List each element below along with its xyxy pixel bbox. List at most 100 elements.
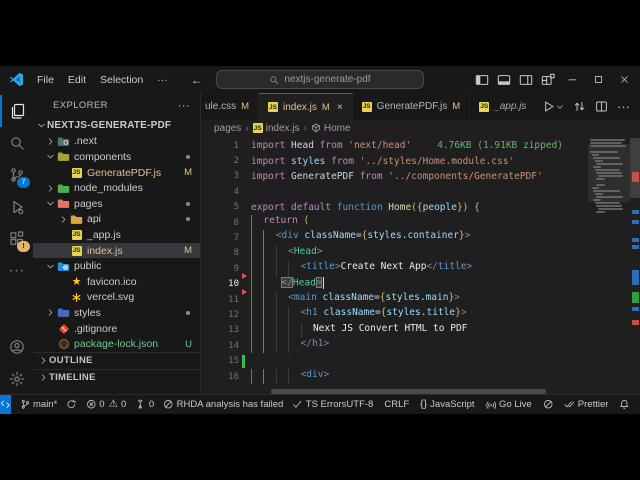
code-line-4[interactable]: 4 bbox=[201, 184, 588, 199]
status-problems-warnings[interactable]: ⚠0 bbox=[109, 399, 127, 410]
run-or-debug-button[interactable] bbox=[542, 100, 564, 113]
minimap[interactable] bbox=[588, 136, 630, 395]
line-number[interactable]: 5 bbox=[201, 202, 239, 212]
line-number[interactable]: 11 bbox=[201, 295, 239, 305]
line-number[interactable]: 6 bbox=[201, 218, 239, 228]
menu-edit[interactable]: Edit bbox=[61, 71, 93, 89]
code-line-5[interactable]: 5export default function Home({people}) … bbox=[201, 200, 588, 215]
tree-item-favicon-ico[interactable]: ★favicon.ico bbox=[33, 274, 200, 290]
tab-ule-css[interactable]: ule.cssM bbox=[201, 93, 259, 120]
tree-item-vercel-svg[interactable]: vercel.svg bbox=[33, 290, 200, 306]
line-number[interactable]: 3 bbox=[201, 171, 239, 181]
code-line-13[interactable]: 13Next JS Convert HTML to PDF bbox=[201, 323, 588, 338]
toggle-secondary-sidebar-button[interactable] bbox=[516, 70, 536, 90]
toggle-panel-button[interactable] bbox=[494, 70, 514, 90]
overview-ruler[interactable] bbox=[630, 136, 640, 395]
line-number[interactable]: 2 bbox=[201, 156, 239, 166]
section-timeline[interactable]: TIMELINE bbox=[33, 369, 200, 386]
status-prettier[interactable]: Prettier bbox=[564, 399, 608, 410]
activity-more[interactable]: ··· bbox=[0, 255, 33, 287]
code-editor[interactable]: 1import Head from 'next/head'4.76KB (1.9… bbox=[201, 136, 640, 395]
breadcrumb-index-js[interactable]: JSindex.js bbox=[253, 123, 300, 134]
activity-explorer[interactable] bbox=[0, 95, 33, 127]
code-line-8[interactable]: 8<Head> bbox=[201, 246, 588, 261]
code-line-15[interactable]: 15 bbox=[201, 353, 588, 368]
breadcrumb-pages[interactable]: pages bbox=[214, 123, 241, 134]
status-ports[interactable]: 0 bbox=[135, 399, 154, 410]
code-line-1[interactable]: 1import Head from 'next/head'4.76KB (1.9… bbox=[201, 138, 588, 153]
window-minimize-button[interactable] bbox=[560, 70, 584, 90]
status-extension-status[interactable] bbox=[543, 399, 554, 410]
tree-item-generatepdf-js[interactable]: JSGeneratePDF.jsM bbox=[33, 165, 200, 181]
code-line-16[interactable]: 16<div> bbox=[201, 369, 588, 384]
status-notifications[interactable] bbox=[619, 399, 630, 410]
tree-item-package-lock-json[interactable]: {}package-lock.jsonU bbox=[33, 336, 200, 352]
tree-item-components[interactable]: components bbox=[33, 149, 200, 165]
tab-index-js[interactable]: JSindex.jsM× bbox=[259, 93, 353, 120]
section-outline[interactable]: OUTLINE bbox=[33, 352, 200, 369]
line-number[interactable]: 1 bbox=[201, 141, 239, 151]
status-problems-errors[interactable]: 0 bbox=[86, 399, 105, 410]
split-editor-button[interactable] bbox=[595, 100, 608, 113]
line-number[interactable]: 9 bbox=[201, 264, 239, 274]
code-line-14[interactable]: 14</h1> bbox=[201, 338, 588, 353]
status-rhda-status[interactable]: RHDA analysis has failed bbox=[163, 399, 283, 410]
activity-search[interactable] bbox=[0, 127, 33, 159]
line-number[interactable]: 10 bbox=[201, 279, 239, 289]
line-number[interactable]: 8 bbox=[201, 248, 239, 258]
activity-run-debug[interactable] bbox=[0, 191, 33, 223]
code-line-6[interactable]: 6return ( bbox=[201, 215, 588, 230]
command-center-search[interactable]: nextjs-generate-pdf bbox=[216, 70, 424, 89]
code-line-2[interactable]: 2import styles from '../styles/Home.modu… bbox=[201, 153, 588, 168]
code-line-9[interactable]: 9<title>Create Next App</title> bbox=[201, 261, 588, 276]
line-number[interactable]: 7 bbox=[201, 233, 239, 243]
tree-item-public[interactable]: public bbox=[33, 258, 200, 274]
line-number[interactable]: 15 bbox=[201, 356, 239, 366]
status-end-of-line[interactable]: CRLF bbox=[384, 399, 409, 410]
status-sync-changes[interactable] bbox=[66, 399, 77, 410]
tree-item-pages[interactable]: pages bbox=[33, 196, 200, 212]
tree-root-folder[interactable]: NEXTJS-GENERATE-PDF bbox=[33, 118, 200, 134]
tab-generatepdf-js[interactable]: JSGeneratePDF.jsM bbox=[353, 93, 471, 120]
tab--app-js[interactable]: JS_app.js bbox=[470, 93, 536, 120]
status-git-branch[interactable]: main* bbox=[20, 399, 58, 410]
breadcrumb-home[interactable]: Home bbox=[311, 123, 351, 134]
code-line-3[interactable]: 3import GeneratePDF from '../components/… bbox=[201, 169, 588, 184]
tree-item--next[interactable]: .next bbox=[33, 134, 200, 150]
status-go-live[interactable]: Go Live bbox=[486, 399, 532, 410]
line-number[interactable]: 12 bbox=[201, 310, 239, 320]
line-number[interactable]: 16 bbox=[201, 372, 239, 382]
tree-item-api[interactable]: api bbox=[33, 212, 200, 228]
status-ts-errors[interactable]: TS Errors bbox=[292, 399, 346, 410]
code-line-7[interactable]: 7<div className={styles.container}> bbox=[201, 230, 588, 245]
activity-source-control[interactable]: 7 bbox=[0, 159, 33, 191]
open-changes-button[interactable] bbox=[573, 100, 586, 113]
menu-selection[interactable]: Selection bbox=[93, 71, 150, 89]
tree-item-node-modules[interactable]: node_modules bbox=[33, 180, 200, 196]
activity-extensions[interactable]: ! bbox=[0, 223, 33, 255]
menu-file[interactable]: File bbox=[30, 71, 61, 89]
code-line-12[interactable]: 12<h1 className={styles.title}> bbox=[201, 307, 588, 322]
scrollbar-slider[interactable] bbox=[630, 138, 640, 198]
status-remote-indicator[interactable] bbox=[0, 395, 11, 414]
tree-item--gitignore[interactable]: .gitignore bbox=[33, 321, 200, 337]
status-language-mode[interactable]: {}JavaScript bbox=[420, 399, 474, 410]
nav-back-icon[interactable]: ← bbox=[191, 74, 203, 86]
line-number[interactable]: 4 bbox=[201, 187, 239, 197]
line-number[interactable]: 14 bbox=[201, 341, 239, 351]
code-line-11[interactable]: 11<main className={styles.main}> bbox=[201, 292, 588, 307]
tree-item--app-js[interactable]: JS_app.js bbox=[33, 227, 200, 243]
line-number[interactable]: 13 bbox=[201, 325, 239, 335]
close-icon[interactable]: × bbox=[337, 102, 343, 113]
tree-item-styles[interactable]: styles bbox=[33, 305, 200, 321]
customize-layout-button[interactable] bbox=[538, 70, 558, 90]
code-line-10[interactable]: 10</Head> bbox=[201, 277, 588, 292]
activity-account[interactable] bbox=[0, 331, 33, 363]
explorer-more-actions-icon[interactable]: ··· bbox=[178, 100, 190, 112]
menu-[interactable]: ··· bbox=[150, 71, 175, 89]
toggle-primary-sidebar-button[interactable] bbox=[472, 70, 492, 90]
window-maximize-button[interactable] bbox=[586, 70, 610, 90]
more-actions-button[interactable]: ··· bbox=[617, 100, 630, 113]
status-encoding[interactable]: UTF-8 bbox=[346, 399, 373, 410]
window-close-button[interactable] bbox=[612, 70, 636, 90]
